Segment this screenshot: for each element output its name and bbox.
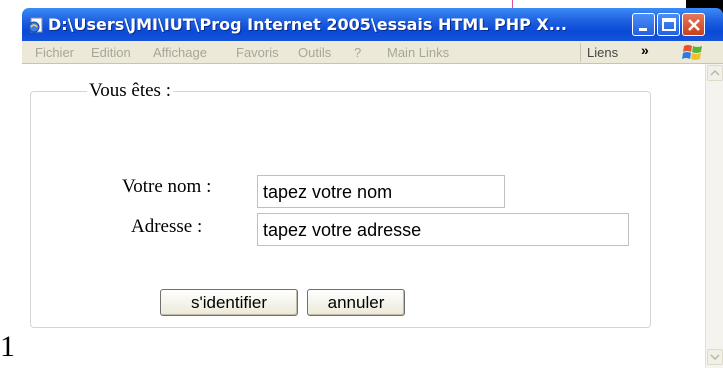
menu-fichier[interactable]: Fichier xyxy=(35,45,74,60)
title-bar[interactable]: D:\Users\JMI\IUT\Prog Internet 2005\essa… xyxy=(22,8,723,41)
name-input[interactable]: tapez votre nom xyxy=(257,175,505,208)
scroll-up-button[interactable] xyxy=(707,65,723,81)
menu-outils[interactable]: Outils xyxy=(298,45,331,60)
name-label: Votre nom : xyxy=(122,176,212,197)
address-input[interactable]: tapez votre adresse xyxy=(257,213,629,246)
cancel-button[interactable]: annuler xyxy=(307,289,405,316)
fieldset-legend: Vous êtes : xyxy=(87,80,173,102)
ie-page-icon xyxy=(28,17,43,33)
page-edge-glyph: 1 xyxy=(0,330,15,363)
menu-affichage[interactable]: Affichage xyxy=(153,45,207,60)
window-title: D:\Users\JMI\IUT\Prog Internet 2005\essa… xyxy=(48,15,567,34)
screen: 1 D:\Users\JMI\IUT\Prog Internet 2005\es… xyxy=(0,0,723,368)
menu-edition[interactable]: Edition xyxy=(91,45,131,60)
menu-main-links[interactable]: Main Links xyxy=(387,45,449,60)
menu-bar: Fichier Edition Affichage Favoris Outils… xyxy=(22,41,723,64)
links-toolbar[interactable]: Liens » xyxy=(580,42,664,62)
close-icon xyxy=(688,19,700,31)
chevron-right-icon[interactable]: » xyxy=(641,42,649,58)
windows-logo-icon xyxy=(682,45,702,60)
scroll-down-button[interactable] xyxy=(707,349,723,365)
chevron-down-icon xyxy=(710,354,720,361)
links-label: Liens xyxy=(587,45,619,60)
menu-help[interactable]: ? xyxy=(354,45,361,60)
maximize-button[interactable] xyxy=(657,13,680,36)
minimize-icon xyxy=(639,28,647,31)
menu-favoris[interactable]: Favoris xyxy=(236,45,279,60)
address-label: Adresse : xyxy=(131,216,203,237)
vertical-scrollbar[interactable] xyxy=(705,64,723,368)
close-button[interactable] xyxy=(682,13,705,36)
maximize-icon xyxy=(662,18,676,31)
submit-button[interactable]: s'identifier xyxy=(160,289,298,316)
background-line xyxy=(512,0,513,8)
chevron-up-icon xyxy=(710,69,720,76)
minimize-button[interactable] xyxy=(632,13,655,36)
